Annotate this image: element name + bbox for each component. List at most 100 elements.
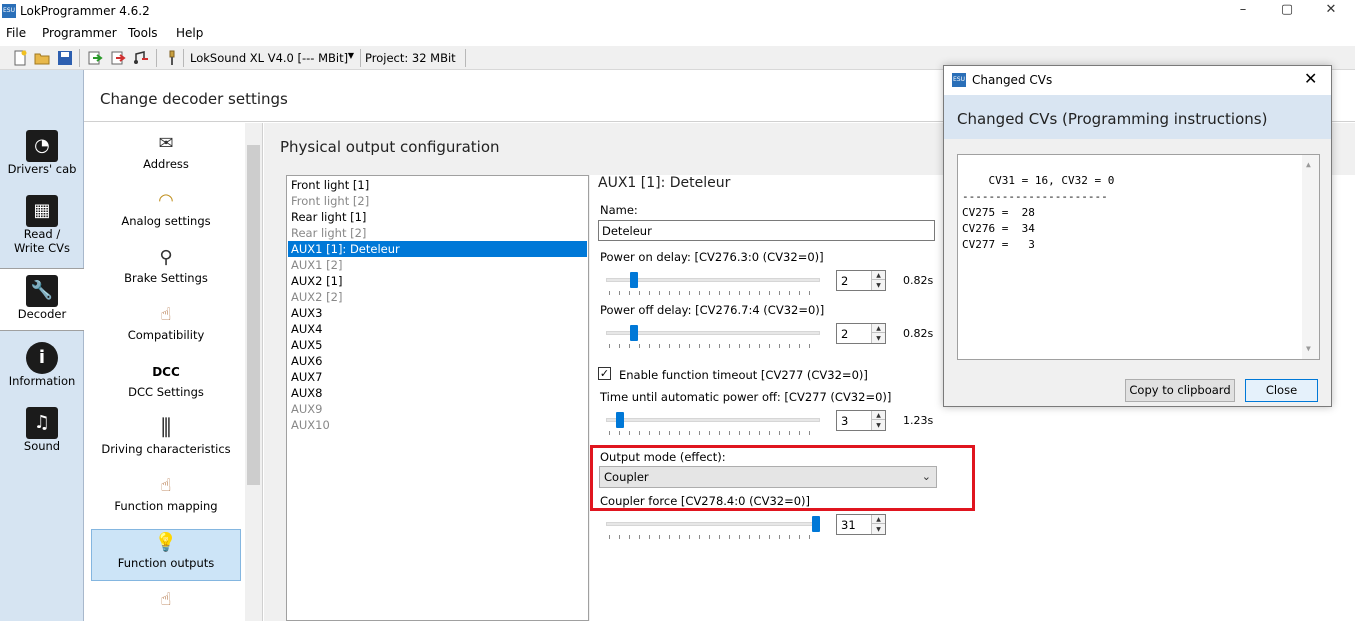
output-list-item[interactable]: AUX5 [288,337,587,353]
category-more[interactable]: ☝ [91,589,241,621]
nav-information[interactable]: i Information [0,342,84,397]
bulb-icon: 💡 [154,532,178,553]
slider-thumb[interactable] [616,412,624,428]
dialog-close-button[interactable]: Close [1245,379,1318,402]
output-list-item[interactable]: AUX10 [288,417,587,433]
decoder-type-select[interactable]: LokSound XL V4.0 [--- MBit] ▼ [187,49,357,67]
decoder-type-value: LokSound XL V4.0 [--- MBit] [190,51,349,65]
save-icon[interactable] [57,50,73,66]
output-list-item[interactable]: AUX8 [288,385,587,401]
slider-ticks [609,291,817,295]
spin-down-icon[interactable]: ▼ [872,281,885,290]
open-folder-icon[interactable] [34,50,50,66]
coupler-force-spinner[interactable]: 31 ▲ ▼ [836,514,886,535]
slider-thumb[interactable] [812,516,820,532]
coupler-force-slider[interactable] [606,513,820,539]
changed-cvs-text[interactable]: CV31 = 16, CV32 = 0 --------------------… [957,154,1320,360]
enable-timeout-label[interactable]: Enable function timeout [CV277 (CV32=0)] [619,368,868,382]
power-on-delay-slider[interactable] [606,269,820,295]
output-list-item[interactable]: AUX4 [288,321,587,337]
menu-bar: File Programmer Tools Help [0,22,1355,44]
export-icon[interactable] [110,50,126,66]
power-off-delay-slider[interactable] [606,322,820,348]
envelope-icon: ✉ [158,133,174,154]
category-brake-settings[interactable]: ⚲ Brake Settings [91,247,241,295]
nav-read-write-cvs[interactable]: ▦ Read / Write CVs [0,195,84,267]
dialog-scrollbar[interactable]: ▲ ▼ [1302,155,1319,359]
output-list-item[interactable]: Front light [2] [288,193,587,209]
power-off-time-spinner[interactable]: 3 ▲ ▼ [836,410,886,431]
menu-file[interactable]: File [6,26,26,40]
category-label: Function outputs [117,556,215,570]
programmer-icon[interactable] [164,50,180,66]
output-list-item[interactable]: Rear light [2] [288,225,587,241]
category-driving-characteristics[interactable]: ⫼ Driving characteristics [91,418,241,466]
slider-thumb[interactable] [630,272,638,288]
spin-down-icon[interactable]: ▼ [872,525,885,534]
nav-decoder[interactable]: 🔧 Decoder [0,268,84,331]
slider-track [606,331,820,335]
output-list-item[interactable]: AUX2 [1] [288,273,587,289]
output-list-item[interactable]: AUX2 [2] [288,289,587,305]
menu-programmer[interactable]: Programmer [42,26,117,40]
scroll-down-icon[interactable]: ▼ [1306,341,1311,357]
hand-switch-icon: ☝ [160,475,172,496]
maximize-button[interactable]: ▢ [1264,0,1310,22]
scroll-up-icon[interactable]: ▲ [1306,157,1311,173]
menu-help[interactable]: Help [176,26,203,40]
power-off-time-unit: 1.23s [903,414,934,427]
slider-thumb[interactable] [630,325,638,341]
category-label: Compatibility [127,328,205,342]
output-list-item[interactable]: AUX1 [2] [288,257,587,273]
output-list-item[interactable]: AUX9 [288,401,587,417]
output-list-item[interactable]: Rear light [1] [288,209,587,225]
output-name-field[interactable]: Deteleur [598,220,935,241]
sound-export-icon[interactable] [133,50,149,66]
category-address[interactable]: ✉ Address [91,133,241,181]
spin-down-icon[interactable]: ▼ [872,421,885,430]
minimize-button[interactable]: – [1220,0,1266,22]
output-list-item[interactable]: Front light [1] [288,177,587,193]
output-list-item[interactable]: AUX1 [1]: Deteleur [288,241,587,257]
power-on-delay-spinner[interactable]: 2 ▲ ▼ [836,270,886,291]
power-off-delay-spinner[interactable]: 2 ▲ ▼ [836,323,886,344]
close-icon[interactable]: ✕ [1304,69,1317,88]
spin-up-icon[interactable]: ▲ [872,411,885,420]
output-list-item[interactable]: AUX6 [288,353,587,369]
category-dcc-settings[interactable]: DCC DCC Settings [91,361,241,409]
copy-to-clipboard-button[interactable]: Copy to clipboard [1125,379,1235,402]
brake-icon: ⚲ [159,247,173,268]
spinner-buttons[interactable]: ▲ ▼ [871,411,885,430]
spinner-buttons[interactable]: ▲ ▼ [871,515,885,534]
sliders-icon: ⫼ [160,416,172,441]
spin-up-icon[interactable]: ▲ [872,271,885,280]
spin-down-icon[interactable]: ▼ [872,334,885,343]
power-off-time-slider[interactable] [606,409,820,435]
output-list-item[interactable]: AUX7 [288,369,587,385]
category-function-outputs[interactable]: 💡 Function outputs [91,529,241,581]
category-scrollbar-thumb[interactable] [247,145,260,485]
menu-tools[interactable]: Tools [128,26,158,40]
enable-timeout-checkbox[interactable]: ✓ [598,367,611,380]
spinner-buttons[interactable]: ▲ ▼ [871,271,885,290]
spinner-buttons[interactable]: ▲ ▼ [871,324,885,343]
output-mode-select[interactable]: Coupler ⌄ [599,466,937,488]
new-file-icon[interactable] [12,50,28,66]
changed-cvs-dialog: ESU Changed CVs ✕ Changed CVs (Programmi… [943,65,1332,407]
nav-drivers-cab[interactable]: ◔ Drivers' cab [0,130,84,185]
import-icon[interactable] [87,50,103,66]
nav-label: Decoder [17,307,67,321]
window-titlebar: ESU LokProgrammer 4.6.2 – ▢ ✕ [0,0,1355,22]
nav-sound[interactable]: ♫ Sound [0,407,84,462]
section-title: Physical output configuration [280,138,500,156]
slider-track [606,522,820,526]
spin-up-icon[interactable]: ▲ [872,515,885,524]
output-list-item[interactable]: AUX3 [288,305,587,321]
spin-up-icon[interactable]: ▲ [872,324,885,333]
category-function-mapping[interactable]: ☝ Function mapping [91,475,241,523]
category-analog-settings[interactable]: ◠ Analog settings [91,190,241,238]
category-compatibility[interactable]: ☝ Compatibility [91,304,241,352]
nav-label: Read / Write CVs [14,227,70,255]
window-close-button[interactable]: ✕ [1308,0,1354,22]
output-list[interactable]: Front light [1] Front light [2] Rear light… [286,175,589,621]
